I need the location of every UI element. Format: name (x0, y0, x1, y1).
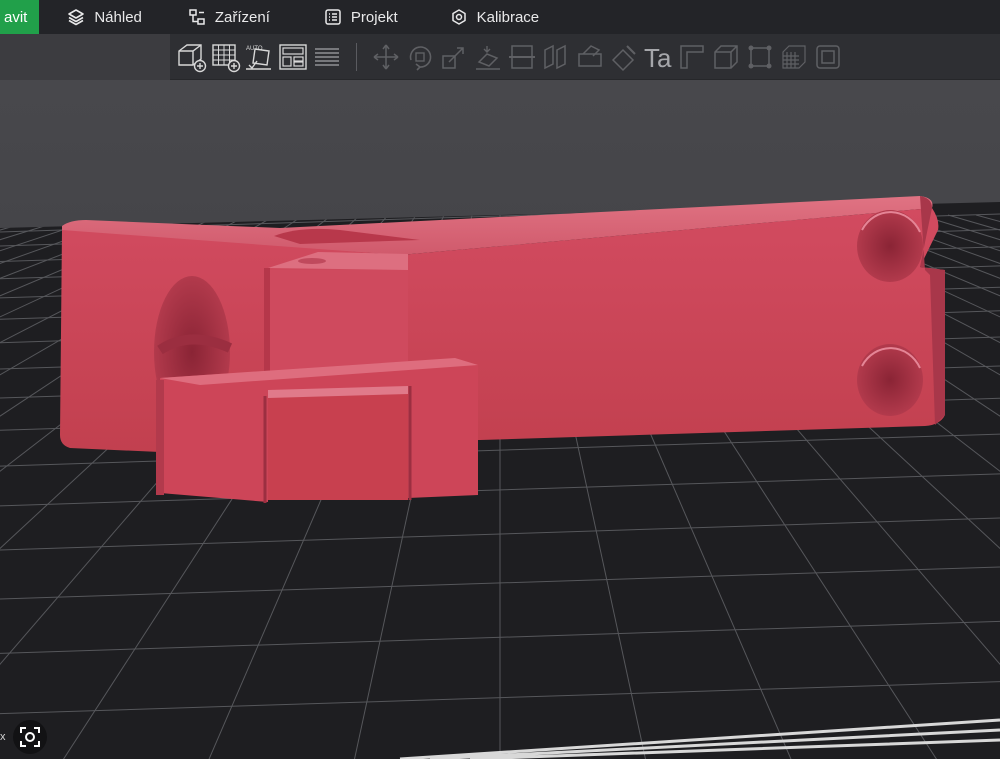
tab-device-label: Zařízení (214, 8, 270, 26)
split-button[interactable] (539, 38, 573, 76)
tab-device[interactable]: Zařízení (188, 0, 270, 34)
arrange-button[interactable] (276, 38, 310, 76)
visual-search-button[interactable] (13, 720, 47, 754)
tab-prepare-label: avit (4, 8, 28, 26)
boolean-button[interactable] (709, 38, 743, 76)
text-icon: Ta (644, 43, 672, 73)
split-icon (544, 44, 566, 69)
scale-button[interactable] (437, 38, 471, 76)
object-toolbar: AUTO Ta (170, 34, 1000, 80)
text-button[interactable]: Ta (641, 38, 675, 76)
rotate-button[interactable] (403, 38, 437, 76)
auto-orient-button[interactable]: AUTO (242, 38, 276, 76)
toolbar-separator (356, 42, 357, 71)
tab-calibration[interactable]: Kalibrace (450, 0, 540, 34)
layers-icon (68, 9, 85, 26)
scan-icon (20, 727, 40, 747)
boolean-icon (714, 44, 738, 69)
assembly-button[interactable] (743, 38, 777, 76)
add-object-button[interactable] (174, 38, 208, 76)
3d-viewport[interactable] (0, 80, 1000, 759)
support-paint-icon (578, 44, 602, 67)
move-icon (373, 44, 399, 69)
top-navigation-bar: avit Náhled Zařízení Projekt Kalibrace (0, 0, 1000, 34)
support-paint-button[interactable] (573, 38, 607, 76)
add-plate-icon (212, 43, 241, 72)
mesh-button[interactable] (777, 38, 811, 76)
measure-icon (680, 44, 704, 69)
tab-project-label: Projekt (350, 8, 398, 26)
device-icon (189, 9, 205, 25)
tab-calibration-label: Kalibrace (476, 8, 540, 26)
rotate-icon (409, 45, 432, 71)
lay-on-face-button[interactable] (471, 38, 505, 76)
auto-orient-icon: AUTO (246, 46, 271, 70)
cut-icon (509, 44, 535, 69)
lay-on-face-icon (476, 45, 500, 70)
project-icon (325, 9, 341, 25)
slice-layers-icon (315, 47, 339, 66)
text-tool-glyph: Ta (644, 43, 672, 73)
tab-prepare[interactable]: avit (0, 0, 40, 34)
cut-button[interactable] (505, 38, 539, 76)
arrange-icon (279, 43, 307, 70)
edge-close-mark[interactable]: x (0, 731, 6, 743)
slice-layers-button[interactable] (310, 38, 344, 76)
calibration-icon (451, 9, 466, 25)
mesh-icon (782, 44, 806, 69)
measure-button[interactable] (675, 38, 709, 76)
variable-layer-icon (816, 44, 840, 69)
add-plate-button[interactable] (208, 38, 242, 76)
scale-icon (442, 46, 464, 69)
seam-paint-icon (611, 44, 636, 71)
tab-preview-label: Náhled (94, 8, 142, 26)
variable-layer-button[interactable] (811, 38, 845, 76)
build-plate-scene (0, 80, 1000, 759)
move-button[interactable] (369, 38, 403, 76)
tab-preview[interactable]: Náhled (67, 0, 142, 34)
seam-paint-button[interactable] (607, 38, 641, 76)
tab-project[interactable]: Projekt (324, 0, 398, 34)
add-object-icon (178, 43, 207, 72)
assembly-icon (748, 45, 772, 68)
